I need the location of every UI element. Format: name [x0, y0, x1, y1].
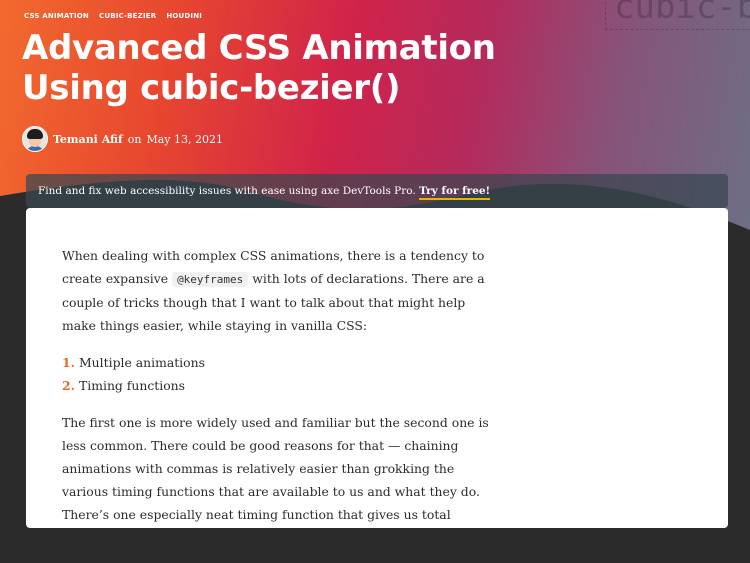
article-card: When dealing with complex CSS animations… [26, 208, 728, 545]
article-body: When dealing with complex CSS animations… [62, 244, 494, 563]
tag-css-animation[interactable]: CSS ANIMATION [24, 12, 89, 20]
list-number: 2. [62, 378, 75, 393]
tag-list: CSS ANIMATION CUBIC-BEZIER HOUDINI [24, 12, 202, 20]
list-text: Timing functions [79, 378, 186, 393]
tag-cubic-bezier[interactable]: CUBIC-BEZIER [99, 12, 156, 20]
promo-text: Find and fix web accessibility issues wi… [38, 185, 416, 197]
tag-houdini[interactable]: HOUDINI [166, 12, 202, 20]
author-avatar[interactable] [22, 126, 48, 152]
title-line-2: Using cubic-bezier() [22, 68, 401, 108]
article-title: Advanced CSS Animation Using cubic-bezie… [22, 28, 582, 108]
list-item: 1. Multiple animations [62, 351, 494, 374]
author-link[interactable]: Temani Afif [53, 133, 123, 146]
promo-cta-link[interactable]: Try for free! [419, 185, 491, 200]
paragraph-1: When dealing with complex CSS animations… [62, 244, 494, 337]
publish-date: May 13, 2021 [146, 132, 224, 146]
list-number: 1. [62, 355, 75, 370]
cubic-bezier-decoration: cubic-be [605, 0, 750, 30]
byline: Temani Afif on May 13, 2021 [22, 126, 223, 152]
list-item: 2. Timing functions [62, 374, 494, 397]
list-text: Multiple animations [79, 355, 205, 370]
techniques-list: 1. Multiple animations 2. Timing functio… [62, 351, 494, 397]
keyframes-code: @keyframes [172, 272, 249, 287]
title-line-1: Advanced CSS Animation [22, 28, 496, 68]
date-prefix: on [127, 132, 142, 146]
paragraph-2: The first one is more widely used and fa… [62, 415, 489, 545]
promo-banner: Find and fix web accessibility issues wi… [26, 174, 728, 208]
